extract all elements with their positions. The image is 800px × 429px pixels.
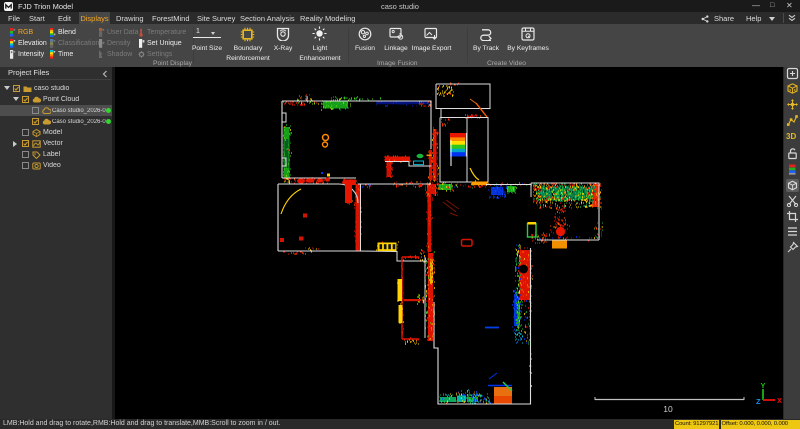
- svg-text:X: X: [777, 396, 782, 405]
- svg-text:Y: Y: [760, 381, 765, 390]
- svg-text:Z: Z: [756, 397, 761, 406]
- svg-text:10: 10: [663, 404, 673, 414]
